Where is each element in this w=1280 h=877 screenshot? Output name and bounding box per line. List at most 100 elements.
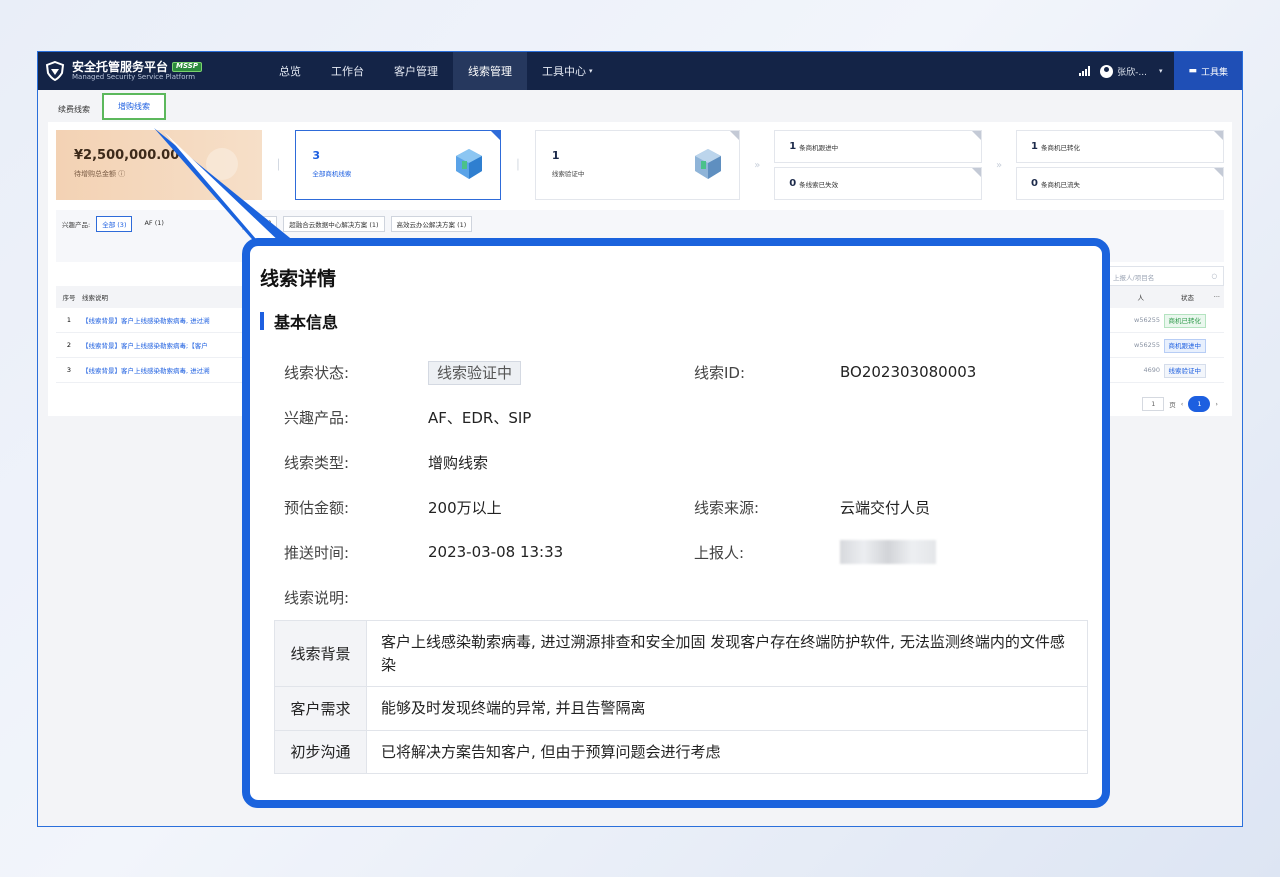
filter-chip-cloud-office[interactable]: 高效云办公解决方案 (1) [390, 216, 473, 232]
server-cube-icon [456, 149, 482, 179]
mini-card-converted[interactable]: 1 条商机已转化 [1016, 130, 1225, 163]
filter-chip-sip[interactable]: ...IP (1) [241, 216, 278, 230]
row-index: 3 [66, 366, 72, 374]
detail-key: 线索背景 [275, 621, 366, 686]
server-cube-icon [695, 149, 722, 179]
chevron-down-icon: ▾ [589, 67, 593, 75]
top-navigation: 安全托管服务平台 MSSP Managed Security Service Pl… [38, 52, 1242, 90]
chevron-right-icon[interactable]: › [1215, 400, 1218, 408]
col-index: 序号 [62, 294, 76, 302]
detail-value: 能够及时发现终端的异常, 并且告警隔离 [366, 687, 1087, 730]
status-badge: 商机已转化 [1163, 314, 1206, 328]
row-description[interactable]: 【线索背景】客户上线感染勒索病毒, 进过溯 [82, 365, 262, 375]
amount-card: ¥2,500,000.00 待增购总金额 ⓘ [56, 130, 262, 200]
section-marker [260, 312, 264, 330]
amount-value: 200万以上 [428, 498, 502, 517]
col-reporter: 人 [1137, 294, 1145, 302]
table-row: 线索背景 客户上线感染勒索病毒, 进过溯源排查和安全加固 发现客户存在终端防护软… [275, 621, 1087, 687]
mini-num: 1 [789, 141, 797, 152]
nav-tool-center-label: 工具中心 [542, 65, 586, 78]
chevron-right-icon: » [754, 159, 761, 171]
table-row: 客户需求 能够及时发现终端的异常, 并且告警隔离 [275, 687, 1087, 731]
pagination: 1 页 ‹ 1 › [1142, 396, 1218, 412]
type-label: 线索类型: [284, 453, 350, 472]
search-input[interactable]: 上报人/项目名 ○ [1106, 266, 1224, 286]
mini-num: 0 [1031, 178, 1038, 189]
stat-card-all-leads[interactable]: 3 全部商机线索 [295, 130, 501, 200]
corner-marker [972, 168, 982, 177]
nav-overview[interactable]: 总览 [264, 52, 316, 90]
sub-tabs: 续费线索 增购线索 [38, 90, 1242, 122]
description-label: 线索说明: [284, 588, 350, 607]
section-title: 基本信息 [274, 313, 339, 332]
nav-customer-management[interactable]: 客户管理 [379, 52, 453, 90]
signal-icon [1079, 66, 1091, 76]
filter-chip-all[interactable]: 全部 (3) [96, 216, 133, 232]
mini-num: 1 [1031, 141, 1038, 152]
tab-upsell-leads[interactable]: 增购线索 [102, 93, 166, 120]
search-placeholder: 上报人/项目名 [1113, 274, 1155, 282]
row-reporter: w56255 [1134, 341, 1160, 349]
mini-card-following[interactable]: 1 条商机跟进中 [774, 130, 983, 163]
detail-key: 客户需求 [275, 687, 366, 730]
time-label: 推送时间: [284, 543, 350, 562]
stat-card-validating[interactable]: 1 线索验证中 [534, 130, 741, 200]
product-value: AF、EDR、SIP [428, 408, 532, 427]
status-badge: 线索验证中 [1163, 364, 1206, 378]
mini-card-lost[interactable]: 0 条商机已流失 [1016, 167, 1225, 200]
filter-chip-hci[interactable]: 超融合云数据中心解决方案 (1) [283, 216, 385, 232]
id-value: BO202303080003 [840, 363, 977, 381]
chevron-right-icon: » [996, 159, 1003, 171]
description-table: 线索背景 客户上线感染勒索病毒, 进过溯源排查和安全加固 发现客户存在终端防护软… [274, 620, 1088, 774]
corner-marker [1214, 131, 1224, 140]
filter-chip-af[interactable]: AF (1) [138, 216, 169, 230]
more-icon[interactable]: ··· [1214, 293, 1220, 301]
mini-num: 0 [789, 178, 797, 189]
info-grid: 线索状态: 线索验证中 线索ID: BO202303080003 兴趣产品: A… [260, 349, 1092, 629]
brand[interactable]: 安全托管服务平台 MSSP Managed Security Service Pl… [38, 60, 264, 82]
user-name: 张欣-... [1117, 67, 1147, 78]
corner-marker [491, 131, 500, 140]
detail-value: 已将解决方案告知客户, 但由于预算问题会进行考虑 [366, 730, 1087, 773]
page-label: 页 [1169, 401, 1176, 409]
info-icon[interactable]: ⓘ [118, 170, 125, 178]
row-description[interactable]: 【线索背景】客户上线感染勒索病毒, 进过溯 [82, 315, 262, 325]
corner-marker [730, 131, 740, 140]
brand-subtitle: Managed Security Service Platform [72, 73, 196, 82]
nav-lead-management[interactable]: 线索管理 [453, 52, 527, 90]
time-value: 2023-03-08 13:33 [428, 543, 564, 561]
page-input[interactable]: 1 [1142, 397, 1165, 411]
mini-label: 条商机跟进中 [799, 143, 839, 152]
toolbox-button[interactable]: ▬ 工具集 [1174, 52, 1242, 90]
reporter-label: 上报人: [694, 543, 745, 562]
toolbox-label: 工具集 [1200, 67, 1228, 78]
id-label: 线索ID: [694, 363, 746, 382]
product-label: 兴趣产品: [284, 408, 350, 427]
amount-label: 预估金额: [284, 498, 350, 517]
divider: │ [275, 159, 282, 171]
nav-workbench[interactable]: 工作台 [316, 52, 379, 90]
chevron-left-icon[interactable]: ‹ [1181, 400, 1184, 408]
user-menu[interactable]: 张欣-... ▾ [1100, 64, 1162, 78]
source-value: 云端交付人员 [840, 498, 931, 517]
col-status: 状态 [1181, 294, 1194, 302]
filter-label: 兴趣产品: [62, 221, 91, 229]
source-label: 线索来源: [694, 498, 760, 517]
row-description[interactable]: 【线索背景】客户上线感染勒索病毒;【客户 [82, 340, 262, 350]
divider: │ [514, 159, 521, 171]
corner-marker [972, 131, 982, 140]
mini-label: 条商机已流失 [1040, 180, 1080, 189]
brand-title: 安全托管服务平台 [72, 59, 169, 74]
redacted-reporter [840, 540, 936, 564]
tab-renewal-leads[interactable]: 续费线索 [46, 97, 102, 122]
modal-title: 线索详情 [260, 268, 337, 290]
mini-card-invalid[interactable]: 0 条线索已失效 [774, 167, 983, 200]
page-current[interactable]: 1 [1188, 396, 1211, 412]
shield-logo-icon [44, 60, 66, 82]
lead-detail-callout: 线索详情 基本信息 线索状态: 线索验证中 线索ID: BO2023030800… [242, 238, 1110, 808]
status-badge: 商机跟进中 [1163, 339, 1206, 353]
nav-tool-center[interactable]: 工具中心 ▾ [527, 52, 608, 90]
row-reporter: 4690 [1143, 366, 1160, 374]
briefcase-icon: ▬ [1188, 66, 1197, 76]
table-row: 初步沟通 已将解决方案告知客户, 但由于预算问题会进行考虑 [275, 730, 1087, 773]
